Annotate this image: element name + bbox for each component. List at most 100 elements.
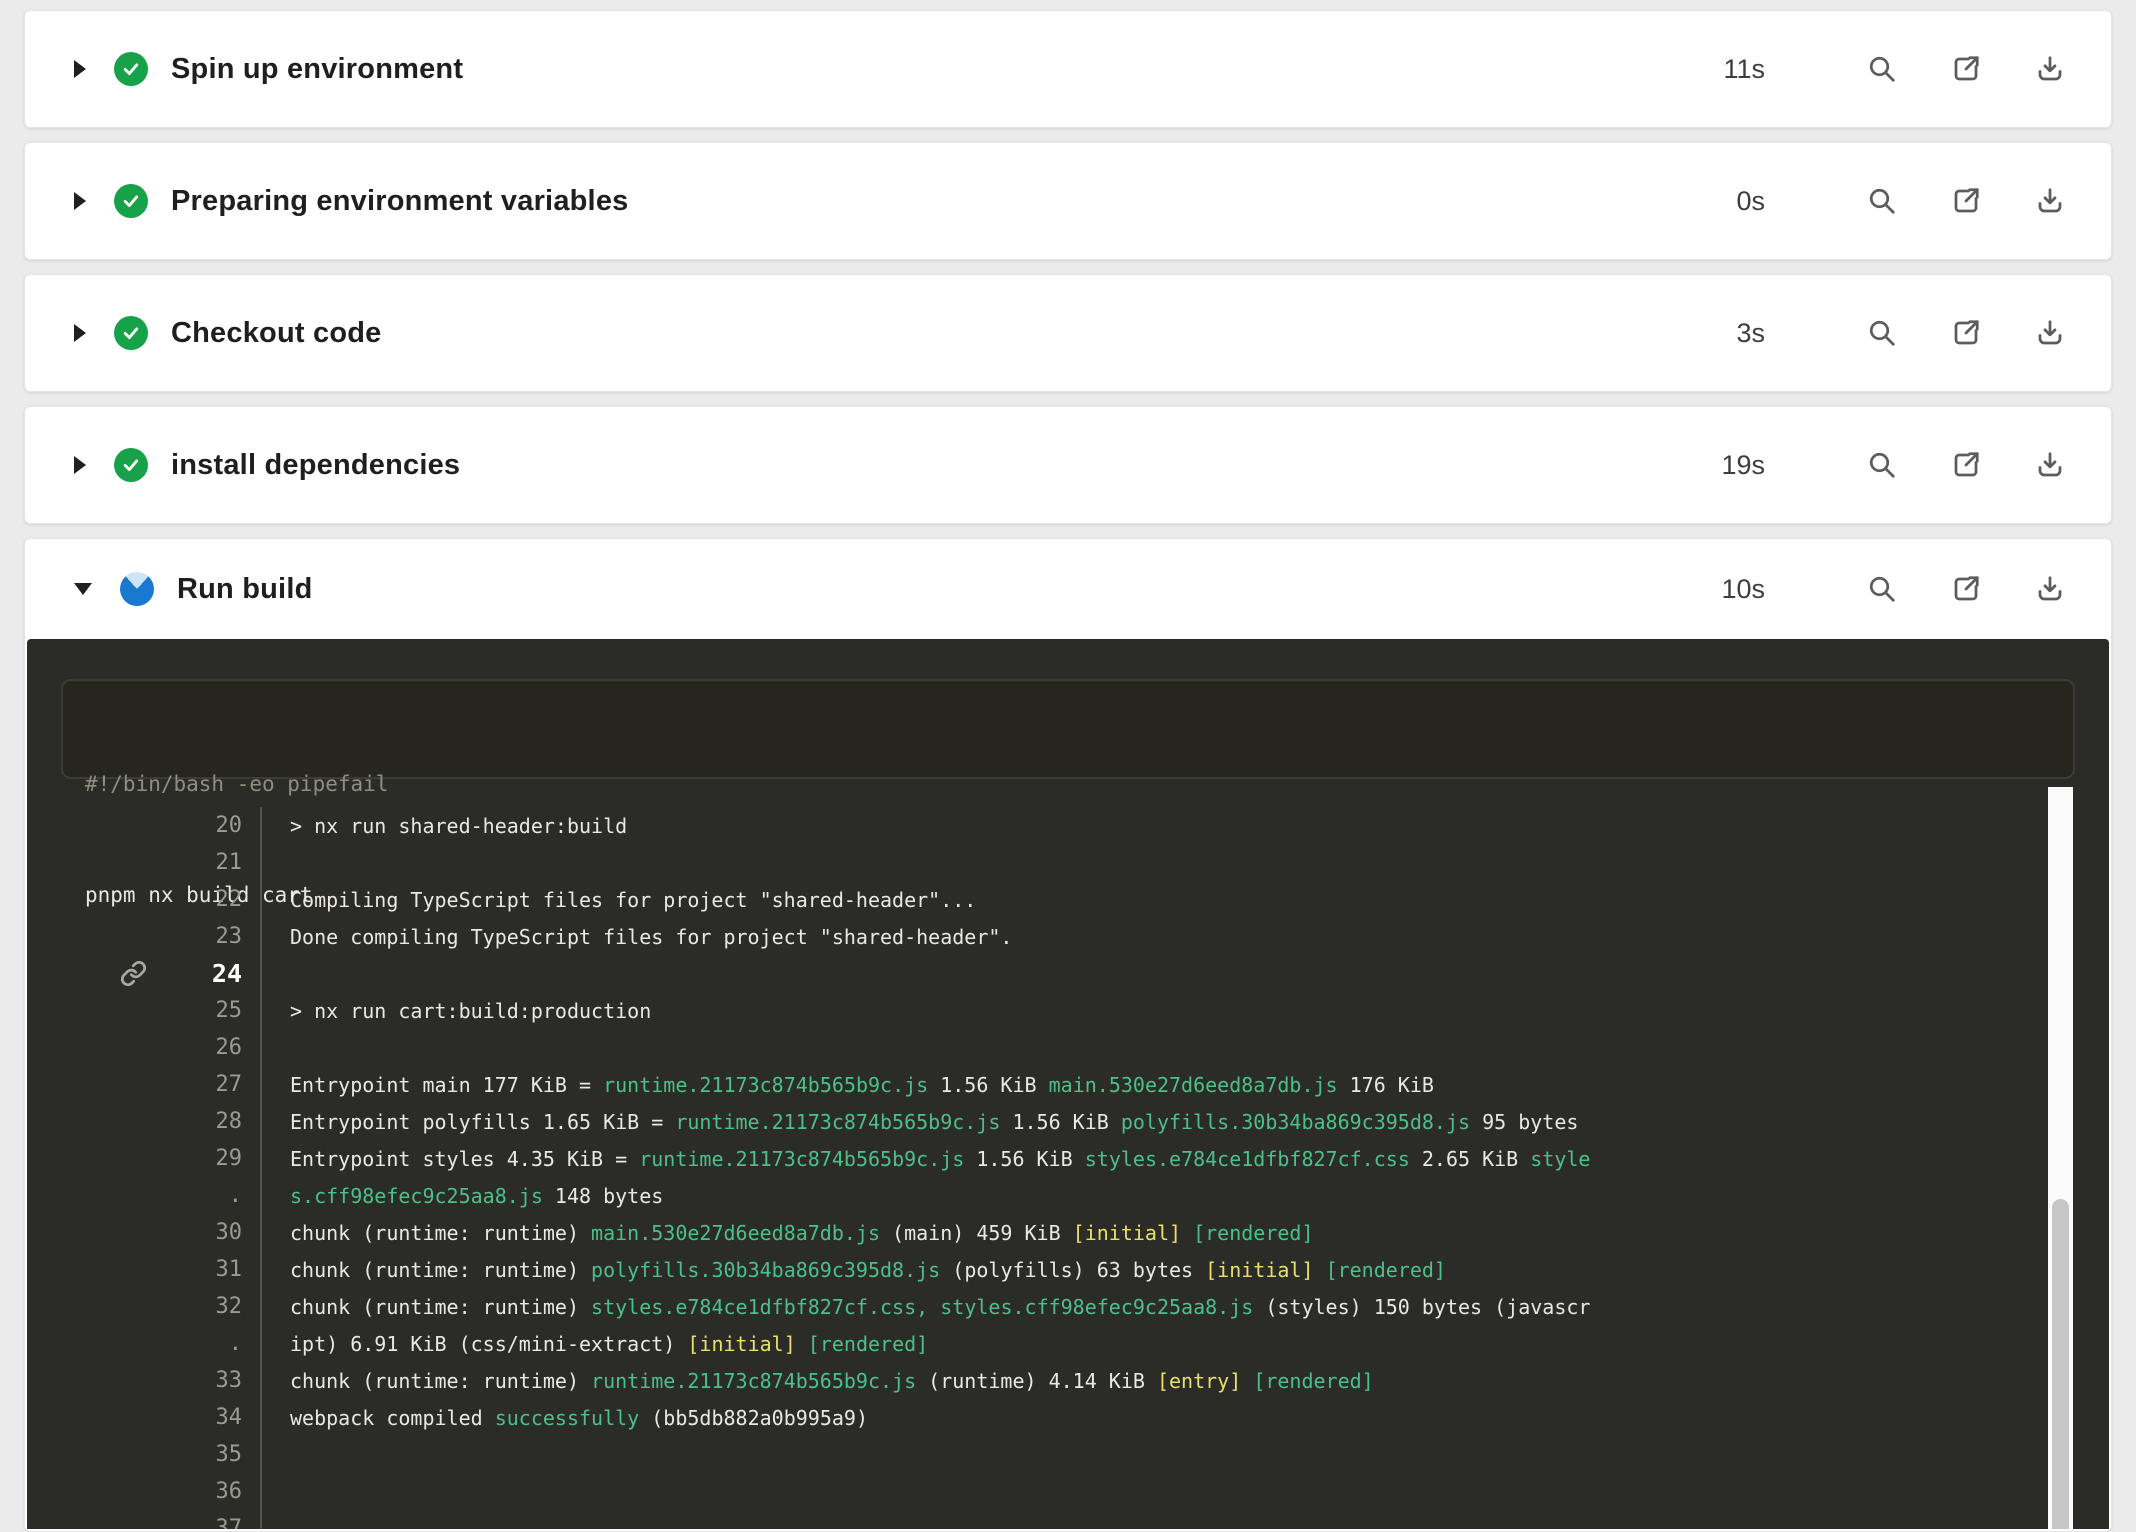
open-in-new-icon[interactable] (1951, 54, 1981, 84)
download-icon[interactable] (2035, 574, 2065, 604)
expand-chevron-icon[interactable] (74, 60, 86, 78)
log-line-number[interactable]: 25 (147, 998, 242, 1023)
log-segment: style (1530, 1147, 1590, 1171)
log-segment: Compiling TypeScript files for project "… (290, 888, 976, 912)
log-line-number[interactable]: 35 (147, 1442, 242, 1467)
search-icon[interactable] (1867, 186, 1897, 216)
log-line-number[interactable]: 22 (147, 887, 242, 912)
step-card-run-build: Run build 10s #!/bin/bash -eo pipefail p… (24, 538, 2112, 1532)
log-line-text: Entrypoint styles 4.35 KiB = runtime.211… (260, 1140, 2109, 1177)
log-segment: 2.65 KiB (1410, 1147, 1530, 1171)
log-segment: Done compiling TypeScript files for proj… (290, 925, 1012, 949)
log-line-number[interactable]: 26 (147, 1035, 242, 1060)
log-line-number[interactable]: 20 (147, 813, 242, 838)
open-in-new-icon[interactable] (1951, 574, 1981, 604)
expand-chevron-icon[interactable] (74, 456, 86, 474)
status-success-icon (114, 448, 148, 482)
download-icon[interactable] (2035, 450, 2065, 480)
log-line-number[interactable]: 30 (147, 1220, 242, 1245)
collapse-chevron-icon[interactable] (74, 583, 92, 595)
status-success-icon (114, 52, 148, 86)
expand-chevron-icon[interactable] (74, 324, 86, 342)
log-line: 23 Done compiling TypeScript files for pr… (27, 918, 2109, 955)
job-steps-page: { "steps": [ { "label": "Spin up environ… (0, 0, 2136, 1514)
log-scrollbar[interactable] (2048, 787, 2073, 1529)
permalink-icon[interactable] (27, 960, 147, 987)
log-line: 25 > nx run cart:build:production (27, 992, 2109, 1029)
step-actions: 19s (1721, 450, 2111, 481)
log-line-wrapped: . s.cff98efec9c25aa8.js 148 bytes (27, 1177, 2109, 1214)
log-segment: chunk (runtime: runtime) (290, 1369, 591, 1393)
log-segment: [rendered] (1253, 1369, 1373, 1393)
open-in-new-icon[interactable] (1951, 450, 1981, 480)
log-line-number[interactable]: 23 (147, 924, 242, 949)
step-title: Run build (177, 573, 313, 606)
log-line-number[interactable]: 32 (147, 1294, 242, 1319)
log-line-number[interactable]: 29 (147, 1146, 242, 1171)
search-icon[interactable] (1867, 450, 1897, 480)
download-icon[interactable] (2035, 54, 2065, 84)
log-segment (1241, 1369, 1253, 1393)
step-header[interactable]: Checkout code3s (25, 275, 2111, 391)
log-line: 24 (27, 955, 2109, 992)
step-header[interactable]: Preparing environment variables0s (25, 143, 2111, 259)
log-segment: 1.56 KiB (1000, 1110, 1120, 1134)
log-line: 30 chunk (runtime: runtime) main.530e27d6… (27, 1214, 2109, 1251)
log-line: 32 chunk (runtime: runtime) styles.e784ce… (27, 1288, 2109, 1325)
search-icon[interactable] (1867, 318, 1897, 348)
log-line-number[interactable]: 24 (147, 959, 242, 988)
log-line-text: s.cff98efec9c25aa8.js 148 bytes (260, 1177, 2109, 1214)
open-in-new-icon[interactable] (1951, 186, 1981, 216)
log-line-text: Compiling TypeScript files for project "… (260, 881, 2109, 918)
log-line-wrapped: .ipt) 6.91 KiB (css/mini-extract) [initi… (27, 1325, 2109, 1362)
log-line-text: chunk (runtime: runtime) polyfills.30b34… (260, 1251, 2109, 1288)
build-log-terminal: #!/bin/bash -eo pipefail pnpm nx build c… (27, 639, 2109, 1529)
log-line-text (260, 1436, 2109, 1473)
log-segment: polyfills.30b34ba869c395d8.js (591, 1258, 940, 1282)
status-success-icon (114, 184, 148, 218)
log-line-text: chunk (runtime: runtime) runtime.21173c8… (260, 1362, 2109, 1399)
log-segment: s.cff98efec9c25aa8.js (290, 1184, 543, 1208)
step-header[interactable]: install dependencies19s (25, 407, 2111, 523)
log-segment: chunk (runtime: runtime) (290, 1295, 591, 1319)
log-line-number[interactable]: 28 (147, 1109, 242, 1134)
log-segment: styles.e784ce1dfbf827cf.css, (591, 1295, 928, 1319)
search-icon[interactable] (1867, 574, 1897, 604)
log-segment: Entrypoint main 177 KiB = (290, 1073, 603, 1097)
step-card: Checkout code3s (24, 274, 2112, 392)
download-icon[interactable] (2035, 186, 2065, 216)
step-header-run-build[interactable]: Run build 10s (25, 539, 2111, 639)
log-segment: styles.cff98efec9c25aa8.js (940, 1295, 1253, 1319)
log-segment: chunk (runtime: runtime) (290, 1258, 591, 1282)
log-line-number[interactable]: 21 (147, 850, 242, 875)
log-line-number[interactable]: 34 (147, 1405, 242, 1430)
log-segment: [rendered] (1326, 1258, 1446, 1282)
log-line-number[interactable]: . (147, 1331, 242, 1356)
log-line-number[interactable]: 33 (147, 1368, 242, 1393)
log-line-text: chunk (runtime: runtime) main.530e27d6ee… (260, 1214, 2109, 1251)
download-icon[interactable] (2035, 318, 2065, 348)
search-icon[interactable] (1867, 54, 1897, 84)
log-segment: runtime.21173c874b565b9c.js (591, 1369, 916, 1393)
step-actions: 0s (1736, 186, 2111, 217)
step-title: Spin up environment (171, 53, 463, 86)
log-segment: 176 KiB (1338, 1073, 1434, 1097)
log-line: 28Entrypoint polyfills 1.65 KiB = runtim… (27, 1103, 2109, 1140)
log-line: 29 Entrypoint styles 4.35 KiB = runtime.2… (27, 1140, 2109, 1177)
step-duration: 11s (1723, 54, 1765, 85)
step-actions: 3s (1736, 318, 2111, 349)
log-segment (928, 1295, 940, 1319)
log-segment: [entry] (1157, 1369, 1241, 1393)
log-scrollbar-thumb[interactable] (2052, 1199, 2069, 1529)
log-line-number[interactable]: 36 (147, 1479, 242, 1504)
log-segment: > nx run cart:build:production (290, 999, 651, 1023)
log-line-number[interactable]: 27 (147, 1072, 242, 1097)
expand-chevron-icon[interactable] (74, 192, 86, 210)
shebang-line: #!/bin/bash -eo pipefail (85, 766, 2051, 803)
log-line-number[interactable]: 31 (147, 1257, 242, 1282)
open-in-new-icon[interactable] (1951, 318, 1981, 348)
log-segment: 1.56 KiB (964, 1147, 1084, 1171)
log-line-number[interactable]: . (147, 1183, 242, 1208)
log-line-number[interactable]: 37 (147, 1516, 242, 1529)
step-header[interactable]: Spin up environment 11s (25, 11, 2111, 127)
